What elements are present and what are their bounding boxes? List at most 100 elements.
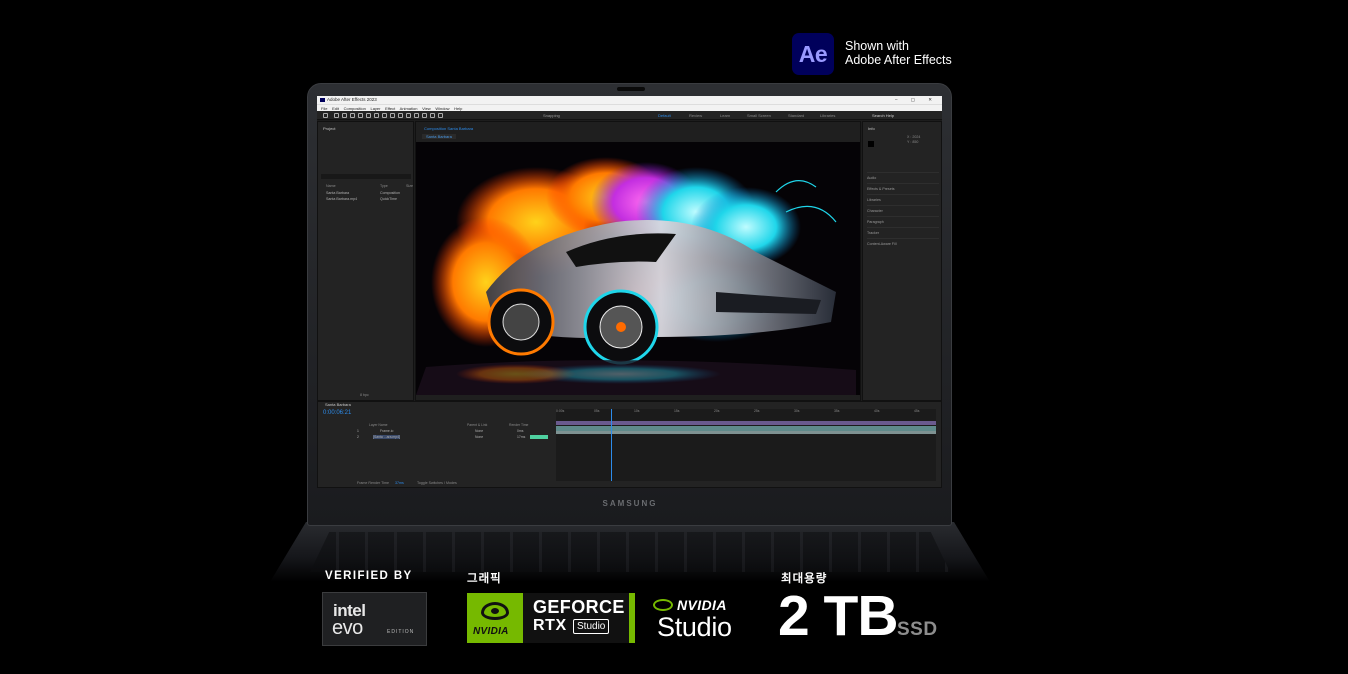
ruler-label: 20s — [714, 409, 720, 413]
ae-caption-line1: Shown with — [845, 39, 909, 53]
layer-number: 2 — [357, 435, 359, 439]
nvidia-logo-badge: NVIDIA — [467, 593, 523, 643]
info-panel-title: Info — [868, 126, 875, 131]
rtx-studio-tag: Studio — [573, 619, 610, 634]
panel-audio[interactable]: Audio — [867, 172, 939, 182]
ruler-label: 45s — [914, 409, 920, 413]
window-controls[interactable]: – ▢ ✕ — [895, 96, 938, 104]
puppet-tool-icon[interactable] — [438, 113, 443, 118]
composition-tab[interactable]: Composition Santa Barbara — [424, 126, 473, 131]
color-swatch — [868, 141, 874, 147]
workspace-libraries[interactable]: Libraries — [820, 113, 835, 118]
col-layer-name[interactable]: Layer Name — [369, 423, 387, 427]
ruler-label: 35s — [834, 409, 840, 413]
project-col-size[interactable]: Size — [406, 184, 413, 188]
home-icon[interactable] — [323, 113, 328, 118]
ruler-label: 30s — [794, 409, 800, 413]
workspace-small-screen[interactable]: Small Screen — [747, 113, 771, 118]
layer-bar-2-highlight — [556, 431, 936, 434]
workspace-review[interactable]: Review — [689, 113, 702, 118]
webcam-icon — [617, 87, 645, 91]
layer-number: 1 — [357, 429, 359, 433]
graphics-label: 그래픽 — [467, 573, 502, 585]
snapping-toggle[interactable]: Snapping — [543, 113, 560, 118]
zoom-tool-icon[interactable] — [350, 113, 355, 118]
layer-render-time: 0ms — [517, 429, 524, 433]
studio-wordmark: Studio — [657, 612, 732, 642]
pen-tool-icon[interactable] — [390, 113, 395, 118]
window-title: Adobe After Effects 2023 — [327, 97, 377, 102]
col-parent-link[interactable]: Parent & Link — [467, 423, 487, 427]
menu-bar: File Edit Composition Layer Effect Anima… — [317, 104, 942, 111]
panel-libraries[interactable]: Libraries — [867, 194, 939, 204]
workspace-learn[interactable]: Learn — [720, 113, 730, 118]
project-item-name[interactable]: Santa Barbara — [326, 191, 349, 195]
evo-wordmark: evo — [332, 617, 363, 639]
workspace-default[interactable]: Default — [658, 113, 671, 118]
app-icon — [320, 98, 325, 102]
layer-parent[interactable]: None — [475, 429, 483, 433]
bpc-indicator[interactable]: 8 bpc — [360, 393, 369, 397]
anchor-tool-icon[interactable] — [374, 113, 379, 118]
frame-render-value: 37ms — [395, 481, 404, 485]
layer-parent[interactable]: None — [475, 435, 483, 439]
timeline-tab[interactable]: Santa Barbara — [325, 402, 351, 407]
geforce-text: GEFORCE — [533, 597, 625, 617]
laptop-keyboard — [310, 532, 950, 572]
info-panel: Info X : 2024 Y : 850 Audio Effects & Pr… — [862, 121, 942, 401]
ae-logo-text: Ae — [798, 40, 828, 67]
ae-caption-line2: Adobe After Effects — [845, 53, 952, 67]
panel-effects-presets[interactable]: Effects & Presets — [867, 183, 939, 193]
selection-tool-icon[interactable] — [334, 113, 339, 118]
panel-paragraph[interactable]: Paragraph — [867, 216, 939, 226]
nvidia-eye-icon — [653, 599, 673, 611]
ae-caption: Shown with Adobe After Effects — [845, 39, 952, 67]
nvidia-brand-text: NVIDIA — [677, 597, 727, 613]
clone-tool-icon[interactable] — [414, 113, 419, 118]
camera-tool-icon[interactable] — [366, 113, 371, 118]
project-search-input[interactable] — [321, 174, 411, 179]
laptop-screen: Adobe After Effects 2023 – ▢ ✕ File Edit… — [317, 96, 942, 488]
composition-viewer[interactable] — [416, 142, 860, 395]
workspace-standard[interactable]: Standard — [788, 113, 804, 118]
project-col-type[interactable]: Type — [380, 184, 388, 188]
ruler-label: 0:00s — [556, 409, 565, 413]
project-item-name[interactable]: Santa Barbara.mp4 — [326, 197, 357, 201]
composition-subtab[interactable]: Santa Barbara — [422, 134, 456, 139]
geforce-rtx-badge: GEFORCE RTX Studio — [523, 593, 629, 643]
timeline-tracks[interactable]: 0:00s 05s 10s 15s 20s 25s 30s 35s 40s 45… — [556, 409, 936, 481]
layer-bar-1[interactable] — [556, 421, 936, 425]
rotate-tool-icon[interactable] — [358, 113, 363, 118]
nvidia-small-text: NVIDIA — [473, 626, 509, 637]
brush-tool-icon[interactable] — [406, 113, 411, 118]
search-help-field[interactable]: Search Help — [872, 113, 894, 118]
intel-evo-badge: intel evo EDITION — [322, 592, 427, 646]
timecode-display[interactable]: 0:00:06:21 — [323, 410, 351, 416]
text-tool-icon[interactable] — [398, 113, 403, 118]
rtx-text: RTX — [533, 617, 567, 634]
project-item-type: Composition — [380, 191, 400, 195]
eraser-tool-icon[interactable] — [422, 113, 427, 118]
roto-tool-icon[interactable] — [430, 113, 435, 118]
mask-tool-icon[interactable] — [382, 113, 387, 118]
info-x-readout: X : 2024 — [907, 135, 921, 139]
col-render-time[interactable]: Render Time — [509, 423, 528, 427]
panel-character[interactable]: Character — [867, 205, 939, 215]
playhead[interactable] — [611, 409, 612, 481]
panel-content-aware-fill[interactable]: Content-Aware Fill — [867, 238, 939, 248]
project-col-name[interactable]: Name — [326, 184, 336, 188]
info-y-readout: Y : 850 — [907, 140, 919, 144]
ruler-label: 10s — [634, 409, 640, 413]
storage-capacity: 2 TB — [778, 584, 899, 648]
toggle-switches-modes[interactable]: Toggle Switches / Modes — [417, 481, 457, 485]
panel-tracker[interactable]: Tracker — [867, 227, 939, 237]
ruler-label: 40s — [874, 409, 880, 413]
samsung-logo: SAMSUNG — [602, 499, 658, 508]
verified-by-label: VERIFIED BY — [325, 570, 413, 582]
hand-tool-icon[interactable] — [342, 113, 347, 118]
frame-render-label: Frame Render Time — [357, 481, 389, 485]
layer-name[interactable]: [Santa ...ara.mp4] — [373, 435, 400, 439]
render-time-bar — [530, 435, 548, 439]
edition-label: EDITION — [387, 629, 415, 635]
layer-name[interactable]: Frame.io — [380, 429, 393, 433]
